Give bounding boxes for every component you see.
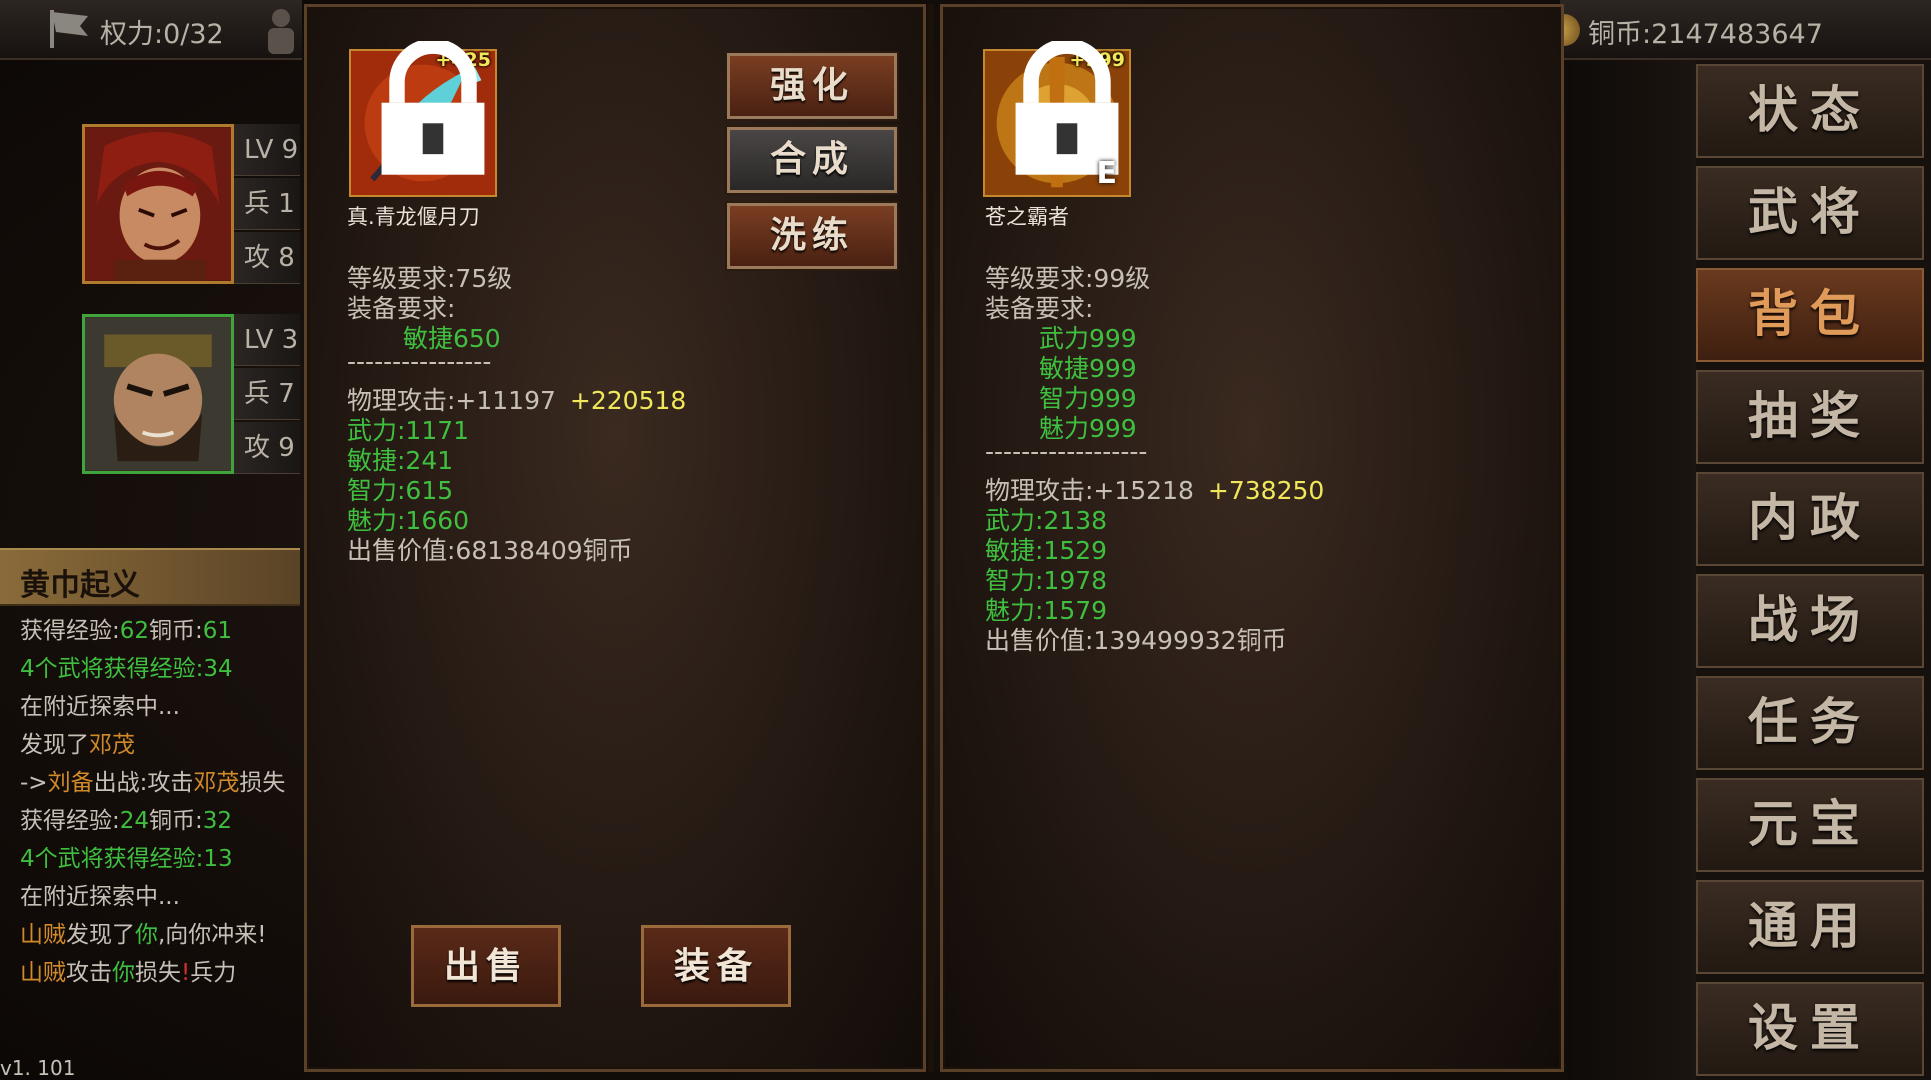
item-slot[interactable]: +425 (349, 41, 497, 197)
menu-battlefield[interactable]: 战场 (1696, 574, 1924, 668)
log-segment: ,向你冲来! (158, 922, 267, 948)
log-title: 黄巾起义 (20, 568, 140, 603)
menu-settings[interactable]: 设置 (1696, 982, 1924, 1076)
general-troops: 兵 1 (234, 178, 300, 230)
copper-bar: 铜币:2147483647 (1560, 0, 1931, 60)
log-segment: 损失 (239, 770, 286, 796)
log-line: 山贼攻击你损失!兵力 (0, 954, 300, 992)
sell-button[interactable]: 出售 (411, 925, 561, 1007)
log-segment: 山贼 (20, 960, 66, 986)
lock-icon (1015, 41, 1119, 175)
log-segment: 4个武将获得经验:34 (20, 656, 233, 682)
log-segment: 邓茂 (89, 732, 135, 758)
menu-ingot[interactable]: 元宝 (1696, 778, 1924, 872)
log-segment: -> (20, 770, 48, 796)
item-slot[interactable]: +999 E (983, 41, 1131, 197)
item-panel-current: +425 真.青龙偃月刀 强化 合成 洗练 等级要求:75级 装备要求: 敏捷6… (304, 4, 926, 1072)
log-line: 在附近探索中... (0, 878, 300, 916)
log-line: 山贼发现了你,向你冲来! (0, 916, 300, 954)
log-segment: 62 (119, 618, 150, 644)
log-segment: 兵力 (190, 960, 237, 986)
general-attack: 攻 9 (234, 422, 300, 474)
log-segment: 铜币: (149, 618, 203, 644)
power-count: 权力:0/32 (100, 19, 224, 50)
copper-count: 铜币:2147483647 (1588, 19, 1823, 50)
item-name: 真.青龙偃月刀 (347, 205, 480, 229)
log-segment: ! (181, 960, 191, 986)
version-label: v1. 101 (0, 1056, 76, 1080)
log-line: 发现了邓茂 (0, 726, 300, 764)
general-portrait[interactable] (82, 314, 234, 474)
menu-general-use[interactable]: 通用 (1696, 880, 1924, 974)
log-segment: 32 (202, 808, 233, 834)
general-face-icon (85, 127, 231, 281)
menu-domestic[interactable]: 内政 (1696, 472, 1924, 566)
sell-value: 出售价值:68138409铜币 (347, 536, 633, 565)
general-troops: 兵 7 (234, 368, 300, 420)
physical-attack-bonus: +738250 (1207, 476, 1325, 505)
general-face-icon (85, 317, 231, 471)
main-menu: 状态 武将 背包 抽奖 内政 战场 任务 元宝 通用 设置 (1566, 60, 1931, 1080)
log-line: 获得经验:24铜币:32 (0, 802, 300, 840)
flag-icon (50, 10, 88, 48)
log-segment: 在附近探索中... (20, 884, 180, 910)
item-panel-equipped: +999 E 苍之霸者 等级要求:99级 装备要求: 武力999 敏捷999 智… (940, 4, 1564, 1072)
log-segment: 铜币: (149, 808, 203, 834)
battle-log[interactable]: 获得经验:62铜币:61 4个武将获得经验:34 在附近探索中... 发现了邓茂 ->刘… (0, 612, 300, 1012)
power-bar: 权力:0/32 (0, 0, 302, 60)
physical-attack-bonus: +220518 (569, 386, 687, 415)
log-segment: 你 (112, 960, 135, 986)
general-silhouette-icon (268, 9, 294, 54)
general-card-1[interactable]: LV 9 兵 1 攻 8 (82, 124, 300, 284)
general-level: LV 9 (234, 124, 300, 176)
log-header[interactable]: 黄巾起义 (0, 548, 300, 606)
log-line: 4个武将获得经验:34 (0, 650, 300, 688)
menu-shadow (1566, 60, 1696, 1080)
log-segment: 发现了 (66, 922, 135, 948)
general-stats: LV 9 兵 1 攻 8 (234, 124, 300, 284)
log-segment: 在附近探索中... (20, 694, 180, 720)
stat-divider: ---------------- (347, 347, 492, 376)
log-segment: 攻击 (66, 960, 112, 986)
general-attack: 攻 8 (234, 232, 300, 284)
lock-icon (381, 41, 485, 175)
log-line: 4个武将获得经验:13 (0, 840, 300, 878)
log-segment: 你 (135, 922, 158, 948)
log-segment: 出战:攻击 (93, 770, 194, 796)
log-line: 获得经验:62铜币:61 (0, 612, 300, 650)
log-segment: 24 (119, 808, 150, 834)
menu-lottery[interactable]: 抽奖 (1696, 370, 1924, 464)
log-segment: 山贼 (20, 922, 66, 948)
log-segment: 4个武将获得经验:13 (20, 846, 233, 872)
general-level: LV 3 (234, 314, 300, 366)
general-stats: LV 3 兵 7 攻 9 (234, 314, 300, 474)
general-card-2[interactable]: LV 3 兵 7 攻 9 (82, 314, 300, 474)
item-name: 苍之霸者 (985, 205, 1069, 229)
item-grade: E (1096, 156, 1118, 191)
log-segment: 获得经验: (20, 618, 120, 644)
log-line: ->刘备出战:攻击邓茂损失 (0, 764, 300, 802)
general-portrait[interactable] (82, 124, 234, 284)
log-segment: 发现了 (20, 732, 89, 758)
refine-button[interactable]: 洗练 (725, 201, 899, 271)
log-line: 在附近探索中... (0, 688, 300, 726)
equip-button[interactable]: 装备 (641, 925, 791, 1007)
stat-divider: ------------------ (985, 437, 1148, 466)
menu-backpack[interactable]: 背包 (1696, 268, 1924, 362)
menu-generals[interactable]: 武将 (1696, 166, 1924, 260)
menu-status[interactable]: 状态 (1696, 64, 1924, 158)
sell-value: 出售价值:139499932铜币 (985, 626, 1287, 655)
log-segment: 刘备 (47, 770, 94, 796)
enhance-button[interactable]: 强化 (725, 51, 899, 121)
synthesize-button[interactable]: 合成 (725, 125, 899, 195)
log-segment: 获得经验: (20, 808, 120, 834)
menu-quests[interactable]: 任务 (1696, 676, 1924, 770)
log-segment: 损失 (135, 960, 181, 986)
panel-divider (928, 4, 934, 1072)
log-segment: 61 (202, 618, 233, 644)
log-segment: 邓茂 (193, 770, 240, 796)
